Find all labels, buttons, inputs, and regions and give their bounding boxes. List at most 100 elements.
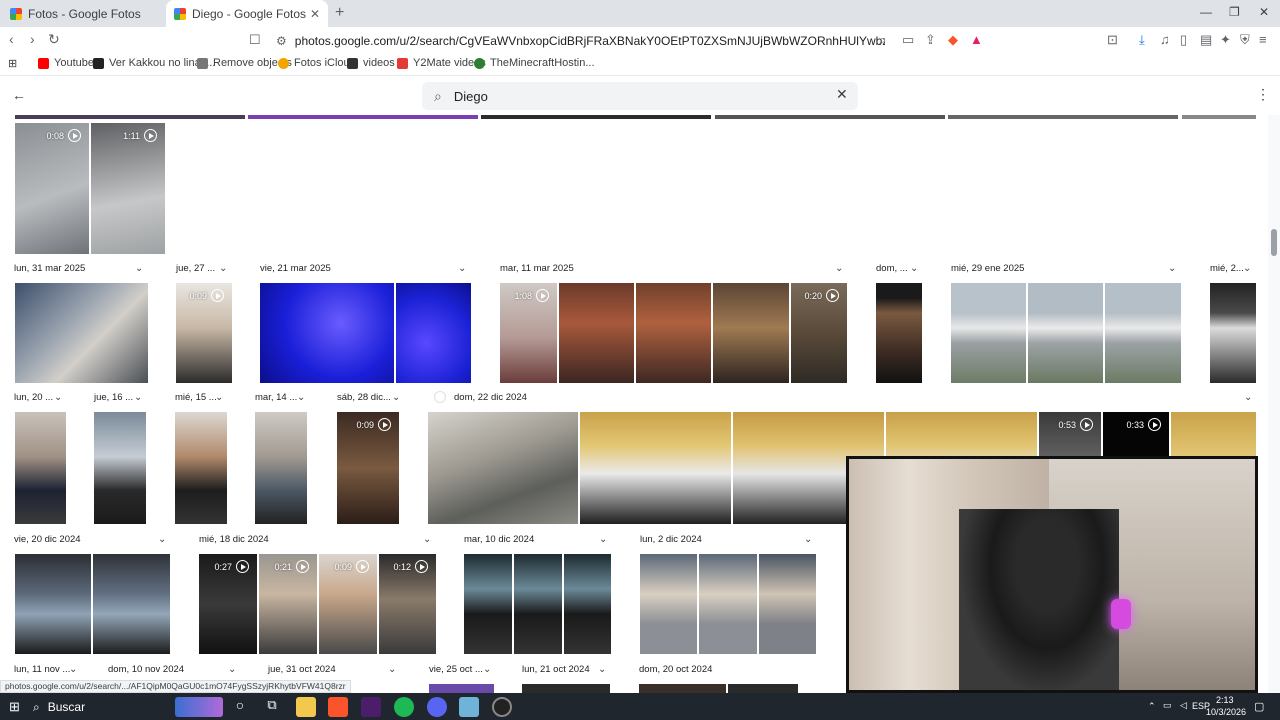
chevron-down-icon[interactable]: ⌄: [423, 534, 431, 545]
video-thumbnail[interactable]: 1:08: [500, 283, 557, 383]
photo-thumbnail[interactable]: [15, 283, 148, 383]
taskbar-search[interactable]: ⌕ Buscar: [33, 697, 173, 717]
notification-icon[interactable]: ▢: [1254, 700, 1264, 713]
chevron-down-icon[interactable]: ⌄: [835, 263, 843, 274]
cortana-icon[interactable]: ○: [230, 697, 250, 717]
tab-fotos[interactable]: Fotos - Google Fotos: [10, 0, 165, 27]
bookmark-y2mate[interactable]: Y2Mate videos: [397, 57, 486, 69]
zoom-icon[interactable]: ⌕: [879, 32, 886, 48]
menu-icon[interactable]: ≡: [1259, 32, 1267, 47]
photo-thumbnail[interactable]: [759, 554, 816, 654]
chevron-down-icon[interactable]: ⌄: [910, 263, 918, 274]
arrow-left-icon[interactable]: ←: [12, 87, 26, 103]
discord-icon[interactable]: [427, 697, 447, 717]
new-tab-icon[interactable]: +: [335, 4, 344, 22]
photo-thumbnail[interactable]: [564, 554, 611, 654]
video-thumbnail[interactable]: 0:21: [259, 554, 317, 654]
tab-diego[interactable]: Diego - Google Fotos ✕: [166, 0, 328, 27]
photo-thumbnail[interactable]: [481, 115, 711, 119]
back-icon[interactable]: ‹: [9, 31, 14, 47]
photo-thumbnail[interactable]: [728, 684, 798, 693]
music-icon[interactable]: ♫: [1160, 32, 1170, 47]
photo-thumbnail[interactable]: [514, 554, 562, 654]
video-thumbnail[interactable]: 0:09: [337, 412, 399, 524]
scrollbar-thumb[interactable]: [1271, 229, 1277, 256]
chevron-down-icon[interactable]: ⌄: [598, 664, 606, 675]
photo-thumbnail[interactable]: [1028, 283, 1103, 383]
site-info-icon[interactable]: ⚙: [276, 34, 287, 48]
cast-icon[interactable]: ▭: [902, 32, 914, 48]
photo-thumbnail[interactable]: [464, 554, 512, 654]
photo-thumbnail[interactable]: [1182, 115, 1256, 119]
photo-thumbnail[interactable]: [640, 554, 697, 654]
photo-thumbnail[interactable]: [429, 684, 494, 693]
forward-icon[interactable]: ›: [30, 31, 35, 47]
task-view-icon[interactable]: ⧉: [262, 697, 282, 717]
photo-thumbnail[interactable]: [15, 115, 245, 119]
photo-thumbnail[interactable]: [699, 554, 757, 654]
chevron-down-icon[interactable]: ⌄: [392, 392, 400, 403]
chevron-down-icon[interactable]: ⌄: [1168, 263, 1176, 274]
windows-start-icon[interactable]: ⊞: [9, 699, 20, 715]
clock-time[interactable]: 2:13: [1216, 695, 1234, 705]
volume-icon[interactable]: ◁: [1180, 700, 1187, 711]
photo-thumbnail[interactable]: [876, 283, 922, 383]
network-icon[interactable]: ▭: [1163, 700, 1172, 711]
chevron-down-icon[interactable]: ⌄: [134, 392, 142, 403]
chevron-down-icon[interactable]: ⌄: [483, 664, 491, 675]
spotify-icon[interactable]: [394, 697, 414, 717]
sidebar-icon[interactable]: ▯: [1180, 32, 1187, 48]
photo-thumbnail[interactable]: [94, 412, 146, 524]
search-bar[interactable]: ⌕ Diego: [422, 82, 858, 110]
apps-icon[interactable]: ⊞: [8, 57, 17, 70]
photo-thumbnail[interactable]: [248, 115, 478, 119]
photo-thumbnail[interactable]: [713, 283, 789, 383]
photo-thumbnail[interactable]: [175, 412, 227, 524]
photo-thumbnail[interactable]: [948, 115, 1178, 119]
chevron-up-icon[interactable]: ⌃: [1148, 701, 1156, 712]
chevron-down-icon[interactable]: ⌄: [69, 664, 77, 675]
clock-date[interactable]: 10/3/2026: [1206, 707, 1246, 717]
share-icon[interactable]: ⇪: [925, 32, 936, 48]
minimize-icon[interactable]: —: [1200, 5, 1212, 19]
notepad-icon[interactable]: [459, 697, 479, 717]
leo-icon[interactable]: ✦: [1220, 32, 1231, 48]
photo-thumbnail[interactable]: [1210, 283, 1256, 383]
video-thumbnail[interactable]: 0:20: [791, 283, 847, 383]
chevron-down-icon[interactable]: ⌄: [219, 263, 227, 274]
chevron-down-icon[interactable]: ⌄: [54, 392, 62, 403]
clear-search-icon[interactable]: ✕: [836, 86, 848, 103]
premiere-icon[interactable]: [361, 697, 381, 717]
window-close-icon[interactable]: ✕: [1259, 5, 1269, 19]
photo-thumbnail[interactable]: [15, 554, 91, 654]
chevron-down-icon[interactable]: ⌄: [135, 263, 143, 274]
download-icon[interactable]: ⤓: [1139, 32, 1145, 48]
chevron-down-icon[interactable]: ⌄: [1243, 263, 1251, 274]
bookmark-videos[interactable]: videos: [347, 57, 395, 69]
photo-thumbnail[interactable]: [260, 283, 394, 383]
photo-thumbnail[interactable]: [15, 412, 66, 524]
photo-thumbnail[interactable]: [1105, 283, 1181, 383]
chevron-down-icon[interactable]: ⌄: [458, 263, 466, 274]
chevron-down-icon[interactable]: ⌄: [158, 534, 166, 545]
file-explorer-icon[interactable]: [296, 697, 316, 717]
brave-shield-icon[interactable]: ◆: [948, 32, 958, 48]
more-vertical-icon[interactable]: ⋮: [1256, 86, 1270, 103]
chevron-down-icon[interactable]: ⌄: [215, 392, 223, 403]
photo-thumbnail[interactable]: [93, 554, 170, 654]
wallet-icon[interactable]: ▤: [1200, 32, 1212, 48]
video-thumbnail[interactable]: 0:27: [199, 554, 257, 654]
obs-icon[interactable]: [492, 697, 512, 717]
chevron-down-icon[interactable]: ⌄: [1244, 392, 1252, 403]
rewards-icon[interactable]: ▲: [970, 32, 983, 47]
video-thumbnail[interactable]: 0:09: [176, 283, 232, 383]
bookmark-minecraft[interactable]: TheMinecraftHostin...: [474, 57, 595, 69]
photo-thumbnail[interactable]: [580, 412, 731, 524]
chevron-down-icon[interactable]: ⌄: [388, 664, 396, 675]
brave-browser-icon[interactable]: [328, 697, 348, 717]
bookmark-icloud[interactable]: Fotos iCloud: [278, 57, 356, 69]
video-thumbnail[interactable]: 0:08: [15, 123, 89, 254]
video-thumbnail[interactable]: 1:11: [91, 123, 165, 254]
photo-thumbnail[interactable]: [428, 412, 578, 524]
video-thumbnail[interactable]: 0:09: [319, 554, 377, 654]
